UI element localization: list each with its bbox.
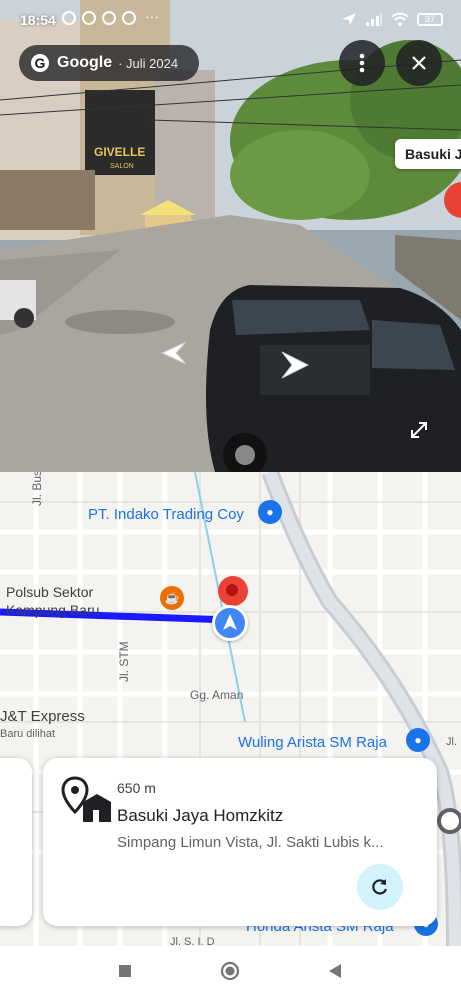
close-button[interactable] [396,40,442,86]
system-navigation-bar [0,946,461,1000]
place-name: Basuki Jaya Homzkitz [117,806,284,825]
place-building-icon [61,776,111,822]
google-imagery-date-chip[interactable]: G Google · Juli 2024 [19,45,199,81]
shop-sign: GIVELLE [94,145,145,159]
street-label-aman: Gg. Aman [190,688,244,702]
shop-sign-sub: SALON [110,163,134,170]
street-label-stm: Jl. STM [117,641,131,682]
signal-icon [366,13,382,26]
arrow-right-icon[interactable] [280,350,310,380]
fullscreen-button[interactable] [396,407,442,453]
street-view-panorama[interactable]: GIVELLE SALON 18:54 ··· 37 G Google · Ju… [0,0,461,472]
more-options-button[interactable] [339,40,385,86]
notification-app-icon [62,11,76,25]
more-vert-icon [359,53,365,73]
previous-place-card[interactable] [0,758,32,926]
street-label-bottom: Jl. S. I. D [170,936,215,946]
refresh-button[interactable] [357,864,403,910]
place-distance: 650 m [117,780,156,796]
place-pin-icon[interactable] [442,180,461,236]
brand-label: Google [57,54,113,71]
shopping-bag-icon[interactable]: ● [258,500,282,524]
facebook-icon [122,11,136,25]
street-label-edge: Jl. [446,736,457,748]
poi-indako-label[interactable]: PT. Indako Trading Coy [88,506,244,523]
poi-polsub-label-1[interactable]: Polsub Sektor [6,584,93,600]
street-label-busi: Jl. Busi [30,472,44,506]
place-address: Simpang Limun Vista, Jl. Sakti Lubis k..… [117,834,384,851]
imagery-date: · Juli 2024 [118,55,179,71]
location-arrow-icon [342,13,356,25]
pin-center [226,584,238,596]
battery-icon: 37 [417,12,443,26]
gallery-icon [102,11,116,25]
wifi-icon [391,12,409,26]
poi-polsub-label-2[interactable]: Kampung Baru [6,602,99,618]
street-view-screen: GIVELLE SALON 18:54 ··· 37 G Google · Ju… [0,0,461,1000]
system-icons: 37 [341,12,443,26]
close-icon [412,56,426,70]
home-icon[interactable] [220,961,240,981]
arrow-left-icon[interactable] [158,340,188,366]
whatsapp-icon [82,11,96,25]
navigation-arrow-icon [223,614,237,630]
car-dealer-icon[interactable]: ● [406,728,430,752]
status-bar: 18:54 ··· 37 [0,0,461,40]
refresh-icon [372,879,388,895]
poi-jnt-label[interactable]: J&T Express [0,708,85,725]
cafe-icon[interactable]: ☕ [160,586,184,610]
more-notifications-icon: ··· [145,8,159,24]
poi-jnt-sub: Baru dilihat [0,728,56,740]
place-marker-icon[interactable] [437,808,461,834]
google-logo-icon: G [31,54,49,72]
status-time: 18:54 [20,12,56,28]
back-icon[interactable] [327,963,343,979]
fullscreen-icon [411,422,427,438]
current-location-icon[interactable] [212,605,248,641]
poi-wuling-label[interactable]: Wuling Arista SM Raja [238,734,387,751]
street-view-place-label[interactable]: Basuki J [395,139,461,169]
place-card[interactable]: 650 m Basuki Jaya Homzkitz Simpang Limun… [43,758,437,926]
recent-apps-icon[interactable] [117,963,133,979]
notification-icons: ··· [62,8,162,25]
